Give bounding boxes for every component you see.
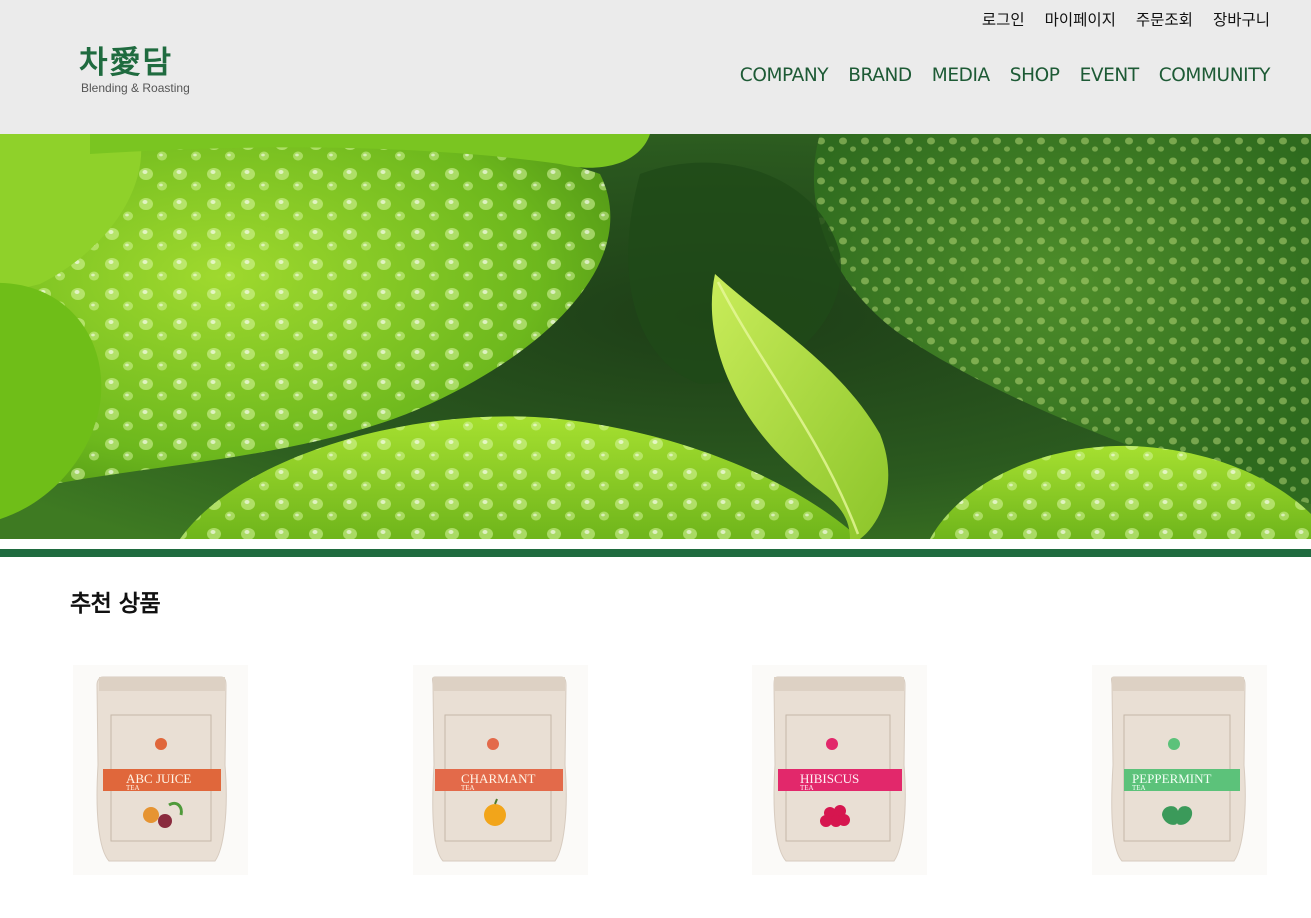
logo-mark: 차愛담 xyxy=(79,45,174,81)
nav-event[interactable]: EVENT xyxy=(1080,65,1140,86)
site-logo[interactable]: 차愛담 Blending & Roasting xyxy=(79,44,209,104)
cart-link[interactable]: 장바구니 xyxy=(1213,8,1270,30)
product-card-abc-juice[interactable]: ABC JUICE TEA xyxy=(73,665,248,875)
site-header: 로그인 마이페이지 주문조회 장바구니 차愛담 Blending & Roast… xyxy=(0,0,1311,134)
product-image: HIBISCUS TEA xyxy=(752,665,927,875)
utility-nav: 로그인 마이페이지 주문조회 장바구니 xyxy=(982,8,1270,30)
login-link[interactable]: 로그인 xyxy=(982,8,1025,30)
brand-emblem-icon xyxy=(1168,738,1180,750)
product-image: ABC JUICE TEA xyxy=(73,665,248,875)
brand-emblem-icon xyxy=(155,738,167,750)
section-title: 추천 상품 xyxy=(70,591,161,617)
hero-banner-image xyxy=(0,134,1311,539)
product-image: CHARMANT TEA xyxy=(413,665,588,875)
product-card-peppermint[interactable]: PEPPERMINT TEA xyxy=(1092,665,1267,875)
product-image: PEPPERMINT TEA xyxy=(1092,665,1267,875)
nav-shop[interactable]: SHOP xyxy=(1010,65,1060,86)
logo-subtitle: Blending & Roasting xyxy=(81,81,190,95)
mypage-link[interactable]: 마이페이지 xyxy=(1045,8,1116,30)
product-sub: TEA xyxy=(461,784,475,792)
nav-company[interactable]: COMPANY xyxy=(740,65,829,86)
section-divider xyxy=(0,549,1311,557)
nav-media[interactable]: MEDIA xyxy=(932,65,990,86)
product-sub: TEA xyxy=(1132,784,1146,792)
brand-emblem-icon xyxy=(487,738,499,750)
order-lookup-link[interactable]: 주문조회 xyxy=(1136,8,1193,30)
product-card-charmant[interactable]: CHARMANT TEA xyxy=(413,665,588,875)
nav-community[interactable]: COMMUNITY xyxy=(1159,65,1271,86)
brand-emblem-icon xyxy=(826,738,838,750)
product-card-hibiscus[interactable]: HIBISCUS TEA xyxy=(752,665,927,875)
product-sub: TEA xyxy=(126,784,140,792)
main-nav: COMPANY BRAND MEDIA SHOP EVENT COMMUNITY xyxy=(740,65,1271,86)
product-sub: TEA xyxy=(800,784,814,792)
nav-brand[interactable]: BRAND xyxy=(848,65,912,86)
